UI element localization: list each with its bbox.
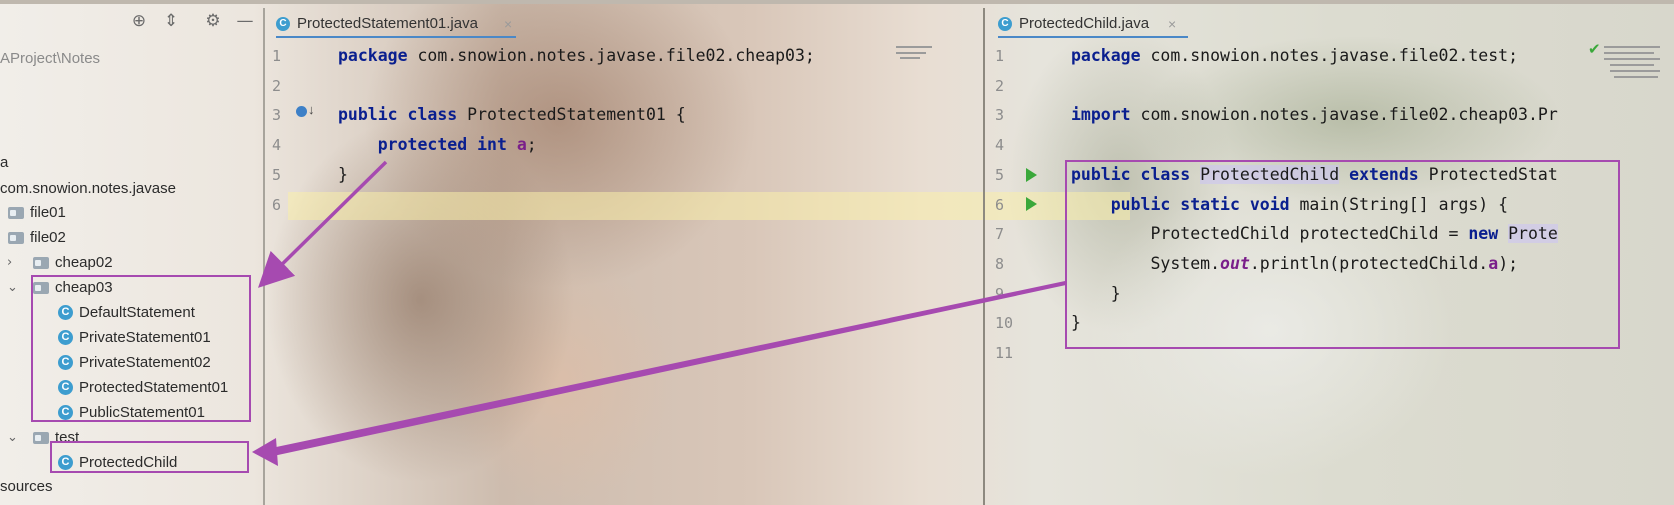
arrow-to-protected-child <box>262 281 1066 458</box>
arrow-to-protected-child-head <box>252 438 278 466</box>
arrow-to-cheap03 <box>258 160 388 288</box>
annotation-arrows <box>252 160 1066 466</box>
